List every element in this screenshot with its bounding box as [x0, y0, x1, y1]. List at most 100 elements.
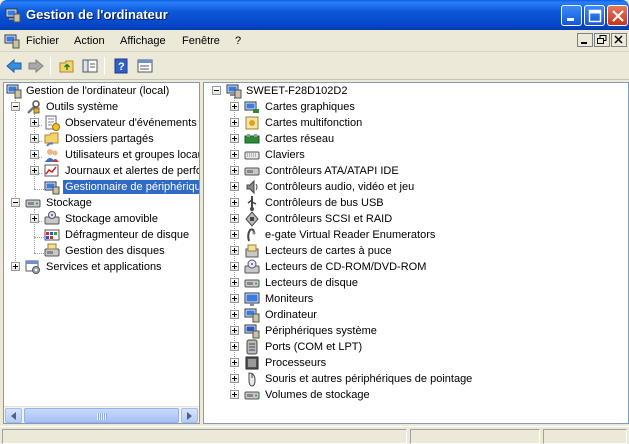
device-category[interactable]: Cartes réseau	[204, 131, 628, 147]
minimize-icon	[567, 18, 574, 21]
up-folder-button[interactable]	[56, 56, 78, 76]
show-hide-tree-button[interactable]	[79, 56, 101, 76]
close-button[interactable]	[607, 5, 628, 26]
collapse-toggle[interactable]	[11, 198, 20, 207]
device-list-pane[interactable]: SWEET-F28D102D2 Cartes graphiques Cartes …	[203, 82, 629, 424]
expand-toggle[interactable]	[230, 102, 239, 111]
child-minimize-button[interactable]	[577, 33, 593, 47]
window-title: Gestion de l'ordinateur	[26, 7, 168, 22]
device-category[interactable]: e-gate Virtual Reader Enumerators	[204, 227, 628, 243]
expand-toggle[interactable]	[230, 182, 239, 191]
menu-action[interactable]: Action	[74, 35, 105, 47]
tree-item-device-manager[interactable]: Gestionnaire de périphériques	[4, 179, 199, 195]
multifunction-adapter-icon	[245, 116, 259, 130]
back-button[interactable]	[3, 56, 25, 76]
title-bar[interactable]: Gestion de l'ordinateur	[0, 0, 629, 30]
expand-toggle[interactable]	[30, 118, 39, 127]
collapse-toggle[interactable]	[11, 102, 20, 111]
expand-toggle[interactable]	[230, 342, 239, 351]
child-close-button[interactable]	[611, 33, 627, 47]
expand-toggle[interactable]	[230, 246, 239, 255]
forward-button[interactable]	[25, 56, 47, 76]
collapse-toggle[interactable]	[212, 86, 221, 95]
expand-toggle[interactable]	[230, 294, 239, 303]
child-restore-button[interactable]	[594, 33, 610, 47]
device-category[interactable]: Lecteurs de cartes à puce	[204, 243, 628, 259]
expand-toggle[interactable]	[230, 134, 239, 143]
device-category[interactable]: Contrôleurs audio, vidéo et jeu	[204, 179, 628, 195]
menu-fenetre[interactable]: Fenêtre	[182, 35, 220, 47]
device-category[interactable]: Claviers	[204, 147, 628, 163]
tree-item-event-viewer[interactable]: Observateur d'événements	[4, 115, 199, 131]
tree-item-perf-logs[interactable]: Journaux et alertes de performance	[4, 163, 199, 179]
device-category-label: Souris et autres périphériques de pointa…	[265, 373, 473, 385]
forward-arrow-icon	[28, 58, 44, 74]
device-category[interactable]: Processeurs	[204, 355, 628, 371]
expand-toggle[interactable]	[230, 374, 239, 383]
help-button[interactable]: ?	[111, 56, 133, 76]
device-category[interactable]: Volumes de stockage	[204, 387, 628, 403]
menu-help[interactable]: ?	[235, 35, 241, 47]
tree-horizontal-scrollbar[interactable]	[4, 406, 199, 423]
expand-toggle[interactable]	[230, 326, 239, 335]
tree-item-shared-folders[interactable]: Dossiers partagés	[4, 131, 199, 147]
device-category[interactable]: Souris et autres périphériques de pointa…	[204, 371, 628, 387]
tree-label: Défragmenteur de disque	[65, 229, 190, 241]
console-icon[interactable]	[4, 33, 20, 49]
tree-item-users-groups[interactable]: Utilisateurs et groupes locaux	[4, 147, 199, 163]
expand-toggle[interactable]	[30, 214, 39, 223]
expand-toggle[interactable]	[230, 390, 239, 399]
expand-toggle[interactable]	[230, 358, 239, 367]
device-category[interactable]: Périphériques système	[204, 323, 628, 339]
expand-toggle[interactable]	[230, 150, 239, 159]
menu-fichier[interactable]: Fichier	[26, 35, 59, 47]
expand-toggle[interactable]	[230, 118, 239, 127]
device-category[interactable]: Moniteurs	[204, 291, 628, 307]
minimize-button[interactable]	[561, 5, 582, 26]
tree-item-disk-management[interactable]: Gestion des disques	[4, 243, 199, 259]
expand-toggle[interactable]	[230, 230, 239, 239]
menu-affichage[interactable]: Affichage	[120, 35, 166, 47]
device-category[interactable]: Ports (COM et LPT)	[204, 339, 628, 355]
expand-toggle[interactable]	[230, 262, 239, 271]
device-manager-icon	[44, 181, 60, 195]
tree-item-defragmenter[interactable]: Défragmenteur de disque	[4, 227, 199, 243]
tree-item-services-applications[interactable]: Services et applications	[4, 259, 199, 275]
svg-text:?: ?	[118, 61, 125, 73]
expand-toggle[interactable]	[30, 166, 39, 175]
console-tree-pane[interactable]: Gestion de l'ordinateur (local) Outils s…	[3, 82, 200, 424]
event-viewer-icon	[45, 115, 60, 131]
maximize-button[interactable]	[584, 5, 605, 26]
device-category[interactable]: Contrôleurs de bus USB	[204, 195, 628, 211]
device-category[interactable]: Lecteurs de disque	[204, 275, 628, 291]
disk-management-icon	[44, 243, 60, 257]
expand-toggle[interactable]	[30, 134, 39, 143]
expand-toggle[interactable]	[230, 214, 239, 223]
device-category-label: Contrôleurs de bus USB	[265, 197, 384, 209]
expand-toggle[interactable]	[230, 166, 239, 175]
back-arrow-icon	[6, 58, 22, 74]
expand-toggle[interactable]	[230, 310, 239, 319]
scroll-left-button[interactable]	[5, 408, 22, 423]
processor-icon	[245, 356, 259, 370]
device-category[interactable]: Lecteurs de CD-ROM/DVD-ROM	[204, 259, 628, 275]
tree-item-storage[interactable]: Stockage	[4, 195, 199, 211]
tree-item-system-tools[interactable]: Outils système	[4, 99, 199, 115]
expand-toggle[interactable]	[230, 198, 239, 207]
device-category[interactable]: Ordinateur	[204, 307, 628, 323]
device-category[interactable]: Contrôleurs ATA/ATAPI IDE	[204, 163, 628, 179]
expand-toggle[interactable]	[230, 278, 239, 287]
properties-button[interactable]	[134, 56, 156, 76]
device-category-label: Volumes de stockage	[265, 389, 370, 401]
expand-toggle[interactable]	[30, 150, 39, 159]
device-category[interactable]: Cartes graphiques	[204, 99, 628, 115]
device-category-label: Cartes réseau	[265, 133, 335, 145]
tree-item-removable-storage[interactable]: Stockage amovible	[4, 211, 199, 227]
device-category-label: Ordinateur	[265, 309, 317, 321]
scroll-right-button[interactable]	[181, 408, 198, 423]
expand-toggle[interactable]	[11, 262, 20, 271]
device-category[interactable]: Cartes multifonction	[204, 115, 628, 131]
device-category[interactable]: Contrôleurs SCSI et RAID	[204, 211, 628, 227]
scroll-thumb[interactable]	[24, 408, 179, 423]
status-segment	[410, 429, 540, 444]
